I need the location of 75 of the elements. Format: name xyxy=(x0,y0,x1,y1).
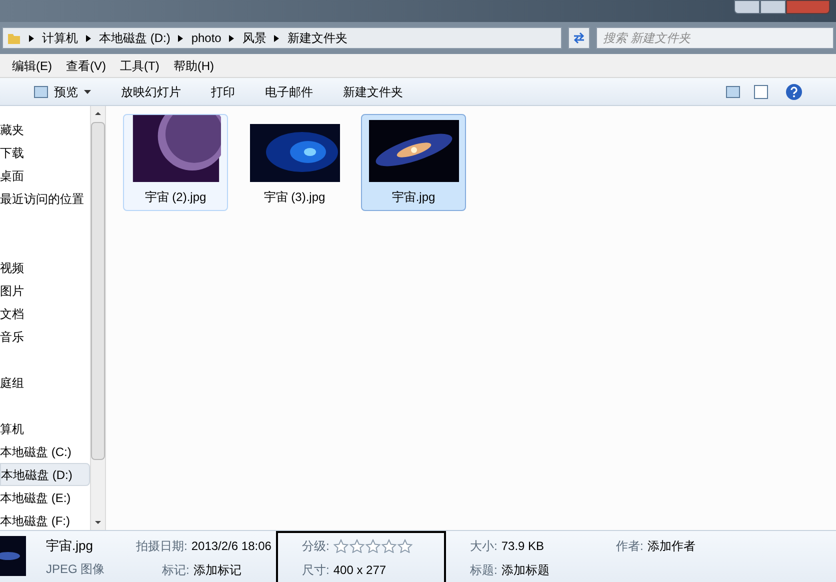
property-value[interactable]: 添加作者 xyxy=(647,537,696,555)
toolbar-button[interactable]: 新建文件夹 xyxy=(343,82,403,100)
star-icon xyxy=(365,539,382,553)
toolbar-button[interactable]: 预览 xyxy=(34,82,91,100)
file-name: 宇宙.jpg xyxy=(46,537,94,555)
sidebar-item[interactable]: 图片 xyxy=(0,279,90,302)
property-label: 作者: xyxy=(616,538,644,555)
sidebar-item[interactable]: 本地磁盘 (E:) xyxy=(0,486,90,509)
breadcrumb-item[interactable]: 计算机 xyxy=(42,29,78,47)
help-icon[interactable] xyxy=(786,84,802,100)
star-icon xyxy=(349,539,366,553)
breadcrumb-item[interactable]: 新建文件夹 xyxy=(287,29,348,47)
property-label: 大小: xyxy=(470,538,498,555)
menu-item[interactable]: 编辑(E) xyxy=(12,56,52,74)
property-value[interactable]: 添加标题 xyxy=(501,561,550,579)
preview-pane-icon[interactable] xyxy=(754,84,768,98)
menu-item[interactable]: 查看(V) xyxy=(66,56,106,74)
star-icon xyxy=(333,539,350,553)
file-item[interactable]: 宇宙 (3).jpg xyxy=(242,114,347,211)
toolbar-button[interactable]: 电子邮件 xyxy=(265,82,313,100)
property-value[interactable]: 添加标记 xyxy=(193,561,242,579)
file-item[interactable]: 宇宙.jpg xyxy=(361,114,466,211)
breadcrumb-item[interactable]: 本地磁盘 (D:) xyxy=(99,29,170,47)
file-item[interactable]: 宇宙 (2).jpg xyxy=(123,114,228,211)
sidebar-item[interactable]: 桌面 xyxy=(0,164,90,187)
sidebar-item[interactable]: 本地磁盘 (F:) xyxy=(0,509,90,532)
breadcrumb-arrow-icon[interactable] xyxy=(229,34,234,42)
property-value: 400 x 277 xyxy=(333,562,386,579)
file-name: 宇宙 (2).jpg xyxy=(144,189,206,206)
breadcrumb-item[interactable]: photo xyxy=(191,29,222,47)
sidebar-header[interactable]: 算机 xyxy=(0,417,90,440)
galaxy-thumbnail xyxy=(0,536,26,576)
file-name: 宇宙 (3).jpg xyxy=(264,189,326,206)
property-label: 拍摄日期: xyxy=(136,538,188,555)
breadcrumb-arrow-icon[interactable] xyxy=(178,34,184,42)
property-value: 2013/2/6 18:06 xyxy=(191,538,272,555)
sidebar-item[interactable]: 视频 xyxy=(0,256,90,279)
maximize-button[interactable] xyxy=(760,0,786,14)
search-field[interactable]: 搜索 新建文件夹 xyxy=(596,27,834,49)
property-label: 标记: xyxy=(162,562,190,579)
minimize-button[interactable] xyxy=(734,0,760,14)
picture-icon xyxy=(34,86,48,98)
sidebar-item[interactable]: 文档 xyxy=(0,302,90,325)
breadcrumb-arrow-icon[interactable] xyxy=(29,34,34,42)
star-rating[interactable] xyxy=(333,539,414,553)
sidebar-item[interactable]: 本地磁盘 (C:) xyxy=(0,440,90,463)
breadcrumb-arrow-icon[interactable] xyxy=(274,34,280,42)
file-name: 宇宙.jpg xyxy=(392,189,436,206)
menu-item[interactable]: 帮助(H) xyxy=(173,56,214,74)
sidebar-item[interactable]: 本地磁盘 (D:) xyxy=(0,463,90,486)
refresh-arrows-icon xyxy=(573,32,585,44)
folder-icon xyxy=(7,31,21,45)
caret-icon xyxy=(84,90,91,94)
breadcrumb-item[interactable]: 风景 xyxy=(242,29,266,47)
menu-item[interactable]: 工具(T) xyxy=(120,56,160,74)
property-label: 尺寸: xyxy=(302,562,330,579)
star-icon xyxy=(381,539,398,553)
scrollbar[interactable] xyxy=(90,106,106,530)
sidebar-header[interactable]: 藏夹 xyxy=(0,118,90,141)
view-options-icon[interactable] xyxy=(726,86,740,98)
star-icon xyxy=(397,539,414,553)
sidebar-item[interactable]: 下载 xyxy=(0,141,90,164)
sidebar-item[interactable]: 最近访问的位置 xyxy=(0,187,90,210)
property-label: 分级: xyxy=(302,538,330,555)
property-value: 73.9 KB xyxy=(501,538,544,555)
scrollbar-thumb[interactable] xyxy=(91,122,105,460)
refresh-button[interactable] xyxy=(568,27,590,49)
breadcrumb-arrow-icon[interactable] xyxy=(86,34,91,42)
sidebar-header[interactable]: 庭组 xyxy=(0,371,90,394)
address-bar[interactable]: 计算机 本地磁盘 (D:) photo 风景 新建文件夹 xyxy=(2,27,562,49)
sidebar-item[interactable]: 音乐 xyxy=(0,325,90,348)
property-label: 标题: xyxy=(470,562,498,579)
toolbar-button[interactable]: 打印 xyxy=(211,82,235,100)
file-type: JPEG 图像 xyxy=(46,560,106,578)
toolbar-button[interactable]: 放映幻灯片 xyxy=(121,82,181,100)
